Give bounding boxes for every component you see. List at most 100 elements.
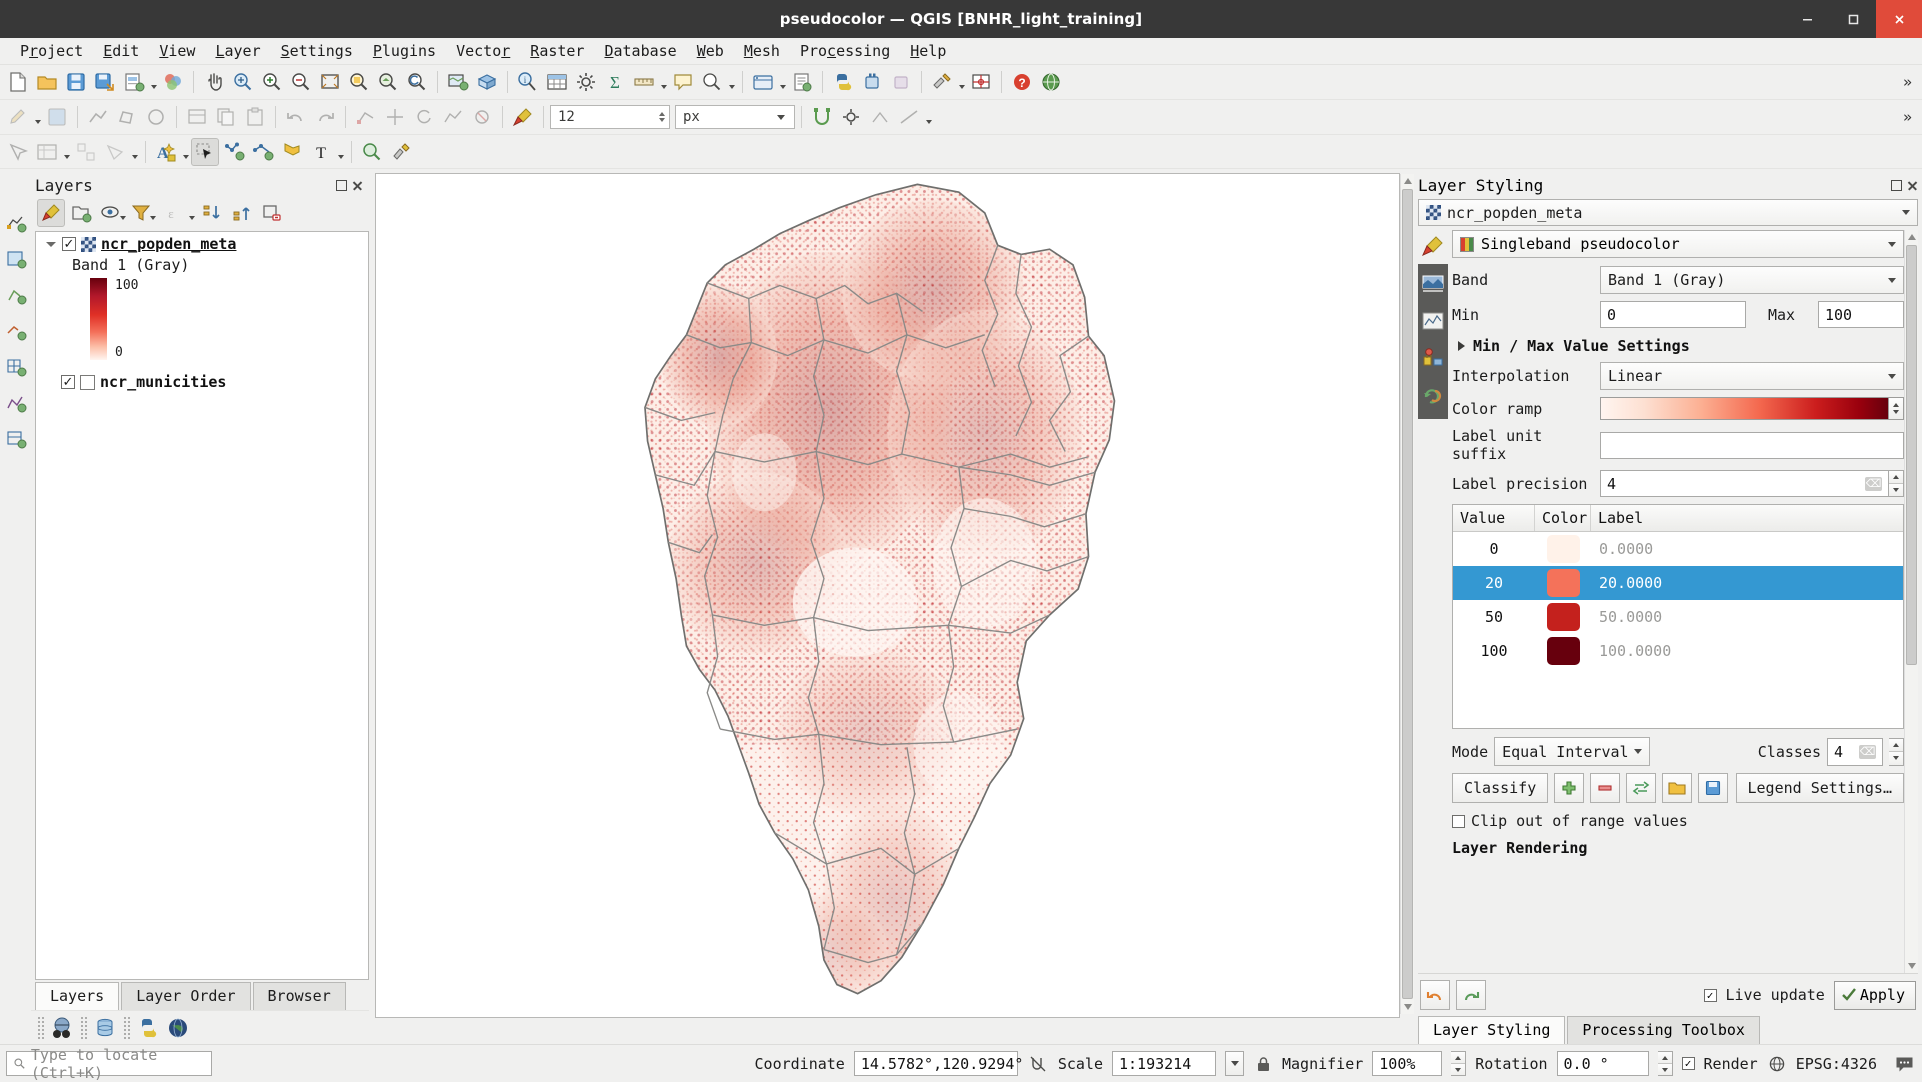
- table-row[interactable]: 100 100.0000: [1453, 634, 1903, 668]
- band-select[interactable]: Band 1 (Gray): [1600, 266, 1904, 294]
- new-3d-map-view-icon[interactable]: [473, 68, 501, 96]
- classes-input[interactable]: 4 ⌫: [1827, 737, 1883, 766]
- snap-segment-icon[interactable]: [895, 103, 923, 131]
- styling-scroll-down-icon[interactable]: [1907, 959, 1916, 973]
- label-precision-stepper[interactable]: [1889, 470, 1904, 497]
- band-chevron-icon[interactable]: [1883, 278, 1901, 283]
- row-label-2[interactable]: 50.0000: [1591, 608, 1903, 626]
- enable-snapping-icon[interactable]: [808, 103, 836, 131]
- text-dropdown-icon[interactable]: [336, 138, 345, 166]
- minimize-button[interactable]: [1784, 0, 1830, 38]
- editing-dropdown-icon[interactable]: [33, 103, 42, 131]
- georeferencer-icon[interactable]: [967, 68, 995, 96]
- paste-features-icon[interactable]: [241, 103, 269, 131]
- styling-scroll-up-icon[interactable]: [1907, 230, 1916, 244]
- menu-layer[interactable]: Layer: [205, 39, 270, 63]
- table-row[interactable]: 50 50.0000: [1453, 600, 1903, 634]
- map-vertical-scrollbar[interactable]: [1400, 174, 1414, 1014]
- mode-select[interactable]: Equal Interval: [1494, 737, 1650, 766]
- help-contents-icon[interactable]: ?: [1008, 68, 1036, 96]
- menu-edit[interactable]: Edit: [93, 39, 149, 63]
- close-styling-panel-icon[interactable]: [1907, 180, 1918, 191]
- layer-visibility-checkbox-1[interactable]: [61, 375, 75, 389]
- interpolation-chevron-icon[interactable]: [1883, 374, 1901, 379]
- database-icon[interactable]: [91, 1014, 119, 1042]
- label-layer-icon[interactable]: A: [152, 138, 180, 166]
- renderer-select[interactable]: Singleband pseudocolor: [1452, 230, 1904, 258]
- tab-layer-styling[interactable]: Layer Styling: [1418, 1016, 1566, 1044]
- crs-label[interactable]: EPSG:4326: [1796, 1055, 1877, 1073]
- legend-settings-button[interactable]: Legend Settings…: [1735, 773, 1904, 803]
- classification-table[interactable]: Value Color Label 0 0.0000 20 20.0000 50…: [1452, 504, 1904, 729]
- live-update-checkbox[interactable]: ✓: [1703, 988, 1717, 1002]
- plugin-manager-icon[interactable]: [858, 68, 886, 96]
- add-circle-feature-icon[interactable]: [142, 103, 170, 131]
- new-spatialite-layer-icon[interactable]: [2, 245, 30, 273]
- magnifier-field[interactable]: 100%: [1372, 1051, 1443, 1076]
- select-polygon-dropdown-icon[interactable]: [130, 138, 139, 166]
- run-script-icon[interactable]: [387, 138, 415, 166]
- font-size-field[interactable]: 12: [550, 105, 670, 129]
- filter-legend-icon[interactable]: [127, 199, 155, 227]
- styling-vertical-scrollbar[interactable]: [1904, 230, 1918, 973]
- filter-expression-dropdown-icon[interactable]: [187, 199, 196, 227]
- scroll-up-arrow-icon[interactable]: [1403, 174, 1412, 188]
- undock-panel-icon[interactable]: [336, 179, 347, 191]
- layers-tree[interactable]: ncr_popden_meta Band 1 (Gray) 100 0 ncr_…: [35, 231, 369, 980]
- scroll-down-arrow-icon[interactable]: [1403, 1000, 1412, 1014]
- color-ramp-dropdown[interactable]: [1889, 397, 1904, 420]
- globe-plugin-icon[interactable]: [164, 1014, 192, 1042]
- magnifier-stepper[interactable]: [1451, 1051, 1467, 1076]
- layer-tree-item-vector[interactable]: ncr_municities: [36, 360, 368, 392]
- style-brush-icon[interactable]: [509, 103, 537, 131]
- data-source-dropdown-icon[interactable]: [778, 68, 787, 96]
- expand-all-icon[interactable]: [198, 199, 226, 227]
- color-ramp-preview[interactable]: [1600, 397, 1889, 420]
- interpolation-select[interactable]: Linear: [1600, 362, 1904, 390]
- simplify-feature-icon[interactable]: [439, 103, 467, 131]
- layer-visibility-checkbox-0[interactable]: [62, 237, 76, 251]
- menu-view[interactable]: View: [149, 39, 205, 63]
- sort-classes-button[interactable]: [1626, 773, 1657, 803]
- rotation-field[interactable]: 0.0 °: [1556, 1051, 1649, 1076]
- statistical-summary-icon[interactable]: Σ: [601, 68, 629, 96]
- clip-out-of-range-checkbox[interactable]: [1452, 814, 1465, 828]
- layer-tree-item-raster[interactable]: ncr_popden_meta: [36, 232, 368, 254]
- tab-processing-toolbox[interactable]: Processing Toolbox: [1567, 1016, 1760, 1044]
- undock-styling-panel-icon[interactable]: [1891, 179, 1902, 191]
- snapping-dropdown-icon[interactable]: [924, 103, 933, 131]
- row-color-swatch-1[interactable]: [1546, 569, 1580, 597]
- row-label-0[interactable]: 0.0000: [1591, 540, 1903, 558]
- show-bookmarks-icon[interactable]: [698, 68, 726, 96]
- new-mesh-layer-icon[interactable]: [2, 353, 30, 381]
- metasearch-icon[interactable]: [48, 1014, 76, 1042]
- renderer-chevron-icon[interactable]: [1883, 242, 1901, 247]
- identify-features-icon[interactable]: i: [514, 68, 542, 96]
- save-layer-edits-icon[interactable]: [43, 103, 71, 131]
- undo-style-button[interactable]: [1420, 980, 1450, 1010]
- measure-dropdown-icon[interactable]: [659, 68, 668, 96]
- select-features-icon[interactable]: [4, 138, 32, 166]
- row-value-3[interactable]: 100: [1453, 642, 1535, 660]
- save-project-icon[interactable]: [62, 68, 90, 96]
- row-value-2[interactable]: 50: [1453, 608, 1535, 626]
- clear-precision-icon[interactable]: ⌫: [1865, 476, 1882, 491]
- change-label-icon[interactable]: [278, 138, 306, 166]
- symbology-tab-icon[interactable]: [1419, 232, 1447, 260]
- new-gpx-layer-icon[interactable]: [2, 389, 30, 417]
- python-console-icon[interactable]: [829, 68, 857, 96]
- modify-attributes-icon[interactable]: [183, 103, 211, 131]
- zoom-to-selection-icon[interactable]: [345, 68, 373, 96]
- layer-rendering-group[interactable]: Layer Rendering: [1452, 839, 1904, 857]
- histogram-tab-icon[interactable]: [1419, 307, 1447, 335]
- menu-raster[interactable]: Raster: [520, 39, 594, 63]
- new-memory-layer-icon[interactable]: [2, 317, 30, 345]
- lock-icon[interactable]: [1253, 1054, 1273, 1074]
- plugin-manager-alt-icon[interactable]: [887, 68, 915, 96]
- classes-stepper[interactable]: [1889, 737, 1904, 766]
- close-panel-icon[interactable]: [352, 180, 363, 191]
- qgis-globe-icon[interactable]: [1037, 68, 1065, 96]
- tab-browser[interactable]: Browser: [252, 982, 346, 1010]
- rotate-feature-icon[interactable]: [410, 103, 438, 131]
- snap-vertex-icon[interactable]: [866, 103, 894, 131]
